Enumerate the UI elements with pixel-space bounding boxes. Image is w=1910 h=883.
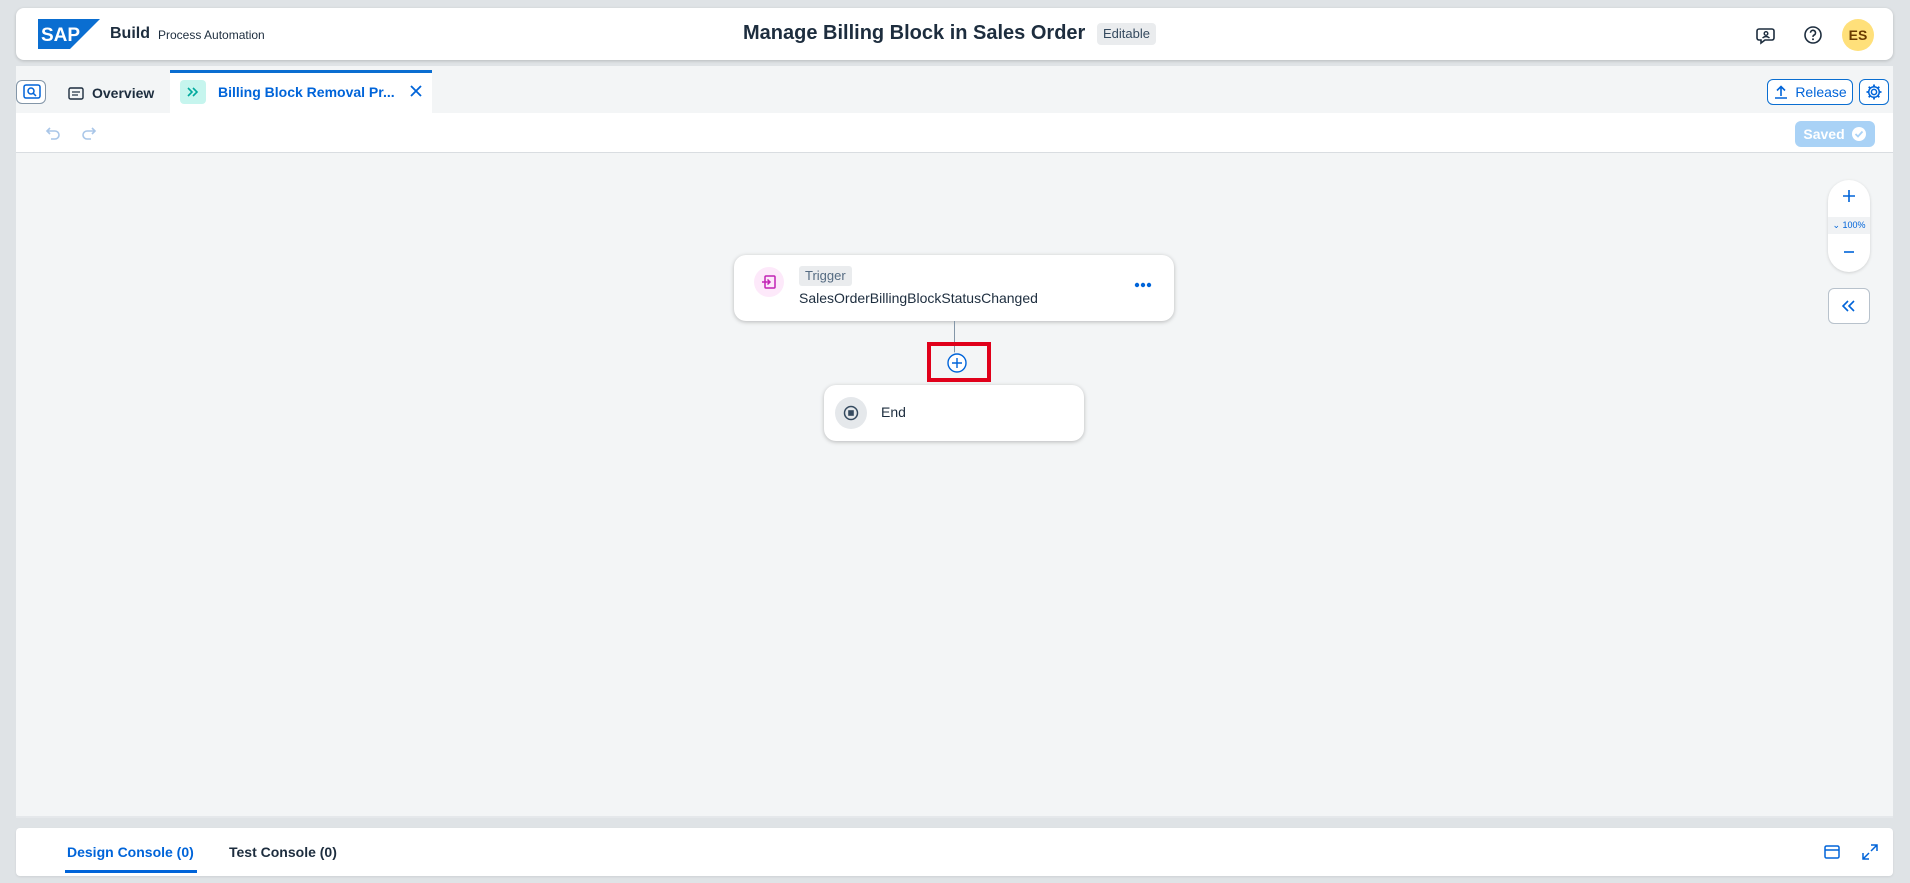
console-panel: Design Console (0) Test Console (0) [16,828,1893,876]
folder-icon [68,87,84,100]
stop-icon [835,397,867,429]
process-icon [180,80,206,104]
close-icon[interactable] [406,81,426,101]
end-node[interactable]: End [824,385,1084,441]
console-splitter[interactable] [16,816,1893,818]
avatar[interactable]: ES [1842,19,1874,51]
redo-icon[interactable] [80,123,100,143]
zoom-level-value: 100% [1842,220,1866,230]
panel-layout-icon[interactable] [1822,842,1842,862]
outline-toggle-button[interactable] [16,80,46,104]
release-label: Release [1795,84,1847,100]
undo-icon[interactable] [42,123,62,143]
tab-overview[interactable]: Overview [68,82,154,104]
trigger-node[interactable]: Trigger SalesOrderBillingBlockStatusChan… [734,255,1174,321]
search-view-icon [23,84,41,99]
chevron-down-icon: ⌄ [1832,220,1843,230]
saved-button[interactable]: Saved [1795,121,1875,147]
tab-overview-label: Overview [92,85,155,101]
trigger-tag: Trigger [799,266,852,286]
help-icon[interactable] [1802,24,1824,46]
status-badge: Editable [1097,23,1156,45]
workspace: Overview Billing Block Removal Pr... Rel… [16,66,1893,816]
zoom-in-icon[interactable] [1839,186,1859,206]
shell-bar: SAP Build Process Automation Manage Bill… [16,8,1893,60]
zoom-out-icon[interactable] [1839,242,1859,262]
tab-active-label: Billing Block Removal Pr... [218,84,395,100]
settings-button[interactable] [1859,79,1889,105]
collapse-panel-button[interactable] [1828,288,1870,324]
release-button[interactable]: Release [1767,79,1853,105]
tab-billing-block-removal[interactable]: Billing Block Removal Pr... [170,70,432,113]
tab-design-console[interactable]: Design Console (0) [65,844,197,873]
svg-text:SAP: SAP [41,25,80,46]
process-canvas[interactable]: ⌄ 100% Trigger SalesOrderBillingBlockSta… [16,153,1893,816]
zoom-control: ⌄ 100% [1828,180,1870,272]
double-chevron-left-icon [1841,300,1855,312]
page-title: Manage Billing Block in Sales Order [743,22,1086,44]
trigger-icon [754,267,784,297]
more-options-icon[interactable] [1130,275,1156,295]
gear-icon [1866,84,1882,100]
check-circle-icon [1851,127,1866,141]
add-step-icon[interactable] [946,352,968,374]
upload-icon [1775,85,1788,99]
sap-logo[interactable]: SAP [38,19,100,49]
zoom-level[interactable]: ⌄ 100% [1828,217,1870,234]
product-name: Process Automation [158,28,265,42]
brand-name: Build [110,25,150,42]
trigger-name: SalesOrderBillingBlockStatusChanged [799,290,1038,306]
saved-label: Saved [1803,126,1845,142]
feedback-icon[interactable] [1755,24,1777,46]
tab-test-console[interactable]: Test Console (0) [229,844,337,860]
fullscreen-icon[interactable] [1860,842,1880,862]
editor-toolbar: Saved [16,113,1893,153]
tab-bar: Overview Billing Block Removal Pr... Rel… [16,66,1893,113]
end-label: End [881,404,906,420]
